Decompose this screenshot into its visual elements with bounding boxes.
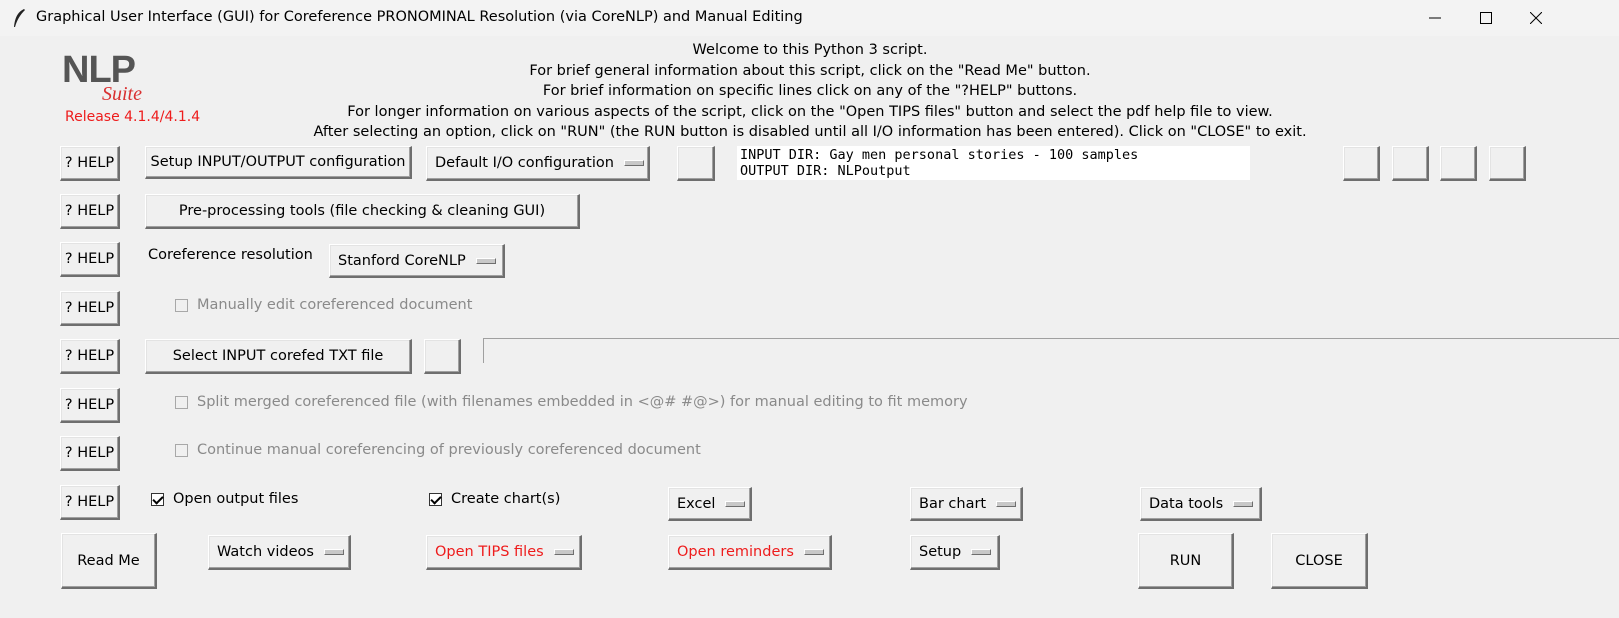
coref-label: Coreference resolution <box>148 247 313 263</box>
menu-indicator-icon <box>1233 500 1254 507</box>
welcome-line: For brief general information about this… <box>529 62 1091 79</box>
input-dir-line: INPUT DIR: Gay men personal stories - 10… <box>740 147 1139 163</box>
io-config-label: Default I/O configuration <box>435 155 614 171</box>
io-display: INPUT DIR: Gay men personal stories - 10… <box>737 146 1250 180</box>
menu-indicator-icon <box>996 500 1017 507</box>
watch-videos-menu[interactable]: Watch videos <box>208 535 351 570</box>
select-input-file-button[interactable]: Select INPUT corefed TXT file <box>145 339 412 374</box>
setup-io-button[interactable]: Setup INPUT/OUTPUT configuration <box>145 146 412 179</box>
setup-menu[interactable]: Setup <box>910 535 1000 570</box>
minimize-button[interactable] <box>1411 0 1459 36</box>
welcome-line: For brief information on specific lines … <box>542 83 1078 100</box>
chart-package-label: Excel <box>677 495 716 512</box>
welcome-line: For longer information on various aspect… <box>347 103 1273 120</box>
open-input-button[interactable] <box>1343 146 1380 181</box>
chart-type-menu[interactable]: Bar chart <box>910 487 1023 521</box>
help-button-preprocessing[interactable]: ? HELP <box>60 194 120 229</box>
read-me-button[interactable]: Read Me <box>61 533 157 589</box>
data-tools-label: Data tools <box>1149 495 1224 512</box>
welcome-line: After selecting an option, click on "RUN… <box>313 124 1307 141</box>
help-button-select-input[interactable]: ? HELP <box>60 339 120 374</box>
help-button-output[interactable]: ? HELP <box>60 485 120 520</box>
open-output-label: Open output files <box>173 491 299 507</box>
help-button-split[interactable]: ? HELP <box>60 388 120 423</box>
open-config-button[interactable] <box>677 146 715 181</box>
io-config-menu[interactable]: Default I/O configuration <box>426 146 650 181</box>
minimize-icon <box>1429 17 1441 19</box>
chart-package-menu[interactable]: Excel <box>668 487 752 521</box>
window-title: Graphical User Interface (GUI) for Coref… <box>36 9 803 25</box>
manual-edit-checkbox[interactable] <box>175 299 188 312</box>
suite-logo: Suite <box>102 83 142 105</box>
open-reminders-label: Open reminders <box>677 544 794 560</box>
open-output-checkbox[interactable] <box>151 493 164 506</box>
coref-menu-label: Stanford CoreNLP <box>338 252 466 269</box>
help-button-coref[interactable]: ? HELP <box>60 242 120 277</box>
open-output-folder-button[interactable] <box>1440 146 1477 181</box>
maximize-icon <box>1480 12 1492 24</box>
create-charts-label: Create chart(s) <box>451 491 561 507</box>
output-dir-line: OUTPUT DIR: NLPoutput <box>740 162 911 179</box>
open-input-file-button[interactable] <box>424 339 461 374</box>
input-file-path-field[interactable] <box>483 338 1619 363</box>
open-tips-menu[interactable]: Open TIPS files <box>426 535 582 570</box>
menu-indicator-icon <box>623 160 644 166</box>
chart-type-label: Bar chart <box>919 495 987 512</box>
feather-icon <box>14 9 25 27</box>
split-merged-label: Split merged coreferenced file (with fil… <box>197 394 968 410</box>
welcome-line: Welcome to this Python 3 script. <box>692 42 928 58</box>
close-icon <box>1530 12 1542 24</box>
help-button-io[interactable]: ? HELP <box>60 146 120 181</box>
data-tools-menu[interactable]: Data tools <box>1140 487 1262 521</box>
open-output-button[interactable] <box>1489 146 1526 181</box>
split-merged-checkbox[interactable] <box>175 396 188 409</box>
setup-label: Setup <box>919 544 962 560</box>
run-button[interactable]: RUN <box>1138 533 1234 589</box>
preprocessing-button[interactable]: Pre-processing tools (file checking & cl… <box>145 194 580 229</box>
open-reminders-menu[interactable]: Open reminders <box>668 535 832 570</box>
open-input-folder-button[interactable] <box>1392 146 1429 181</box>
welcome-text: Welcome to this Python 3 script. For bri… <box>260 40 1360 143</box>
title-bar: Graphical User Interface (GUI) for Coref… <box>0 0 1619 36</box>
create-charts-checkbox[interactable] <box>429 493 442 506</box>
open-tips-label: Open TIPS files <box>435 544 544 560</box>
maximize-button[interactable] <box>1462 0 1510 36</box>
menu-indicator-icon <box>725 500 746 507</box>
menu-indicator-icon <box>803 549 824 555</box>
manual-edit-label: Manually edit coreferenced document <box>197 297 473 313</box>
release-label: Release 4.1.4/4.1.4 <box>65 109 201 125</box>
menu-indicator-icon <box>475 257 496 264</box>
menu-indicator-icon <box>553 549 574 555</box>
help-button-manual-edit[interactable]: ? HELP <box>60 291 120 326</box>
menu-indicator-icon <box>323 549 344 555</box>
help-button-continue[interactable]: ? HELP <box>60 436 120 471</box>
close-window-button[interactable] <box>1512 0 1560 36</box>
continue-manual-label: Continue manual coreferencing of previou… <box>197 442 701 458</box>
close-button[interactable]: CLOSE <box>1271 533 1368 589</box>
watch-videos-label: Watch videos <box>217 544 314 560</box>
menu-indicator-icon <box>971 549 992 555</box>
coref-menu[interactable]: Stanford CoreNLP <box>329 244 505 278</box>
continue-manual-checkbox[interactable] <box>175 444 188 457</box>
